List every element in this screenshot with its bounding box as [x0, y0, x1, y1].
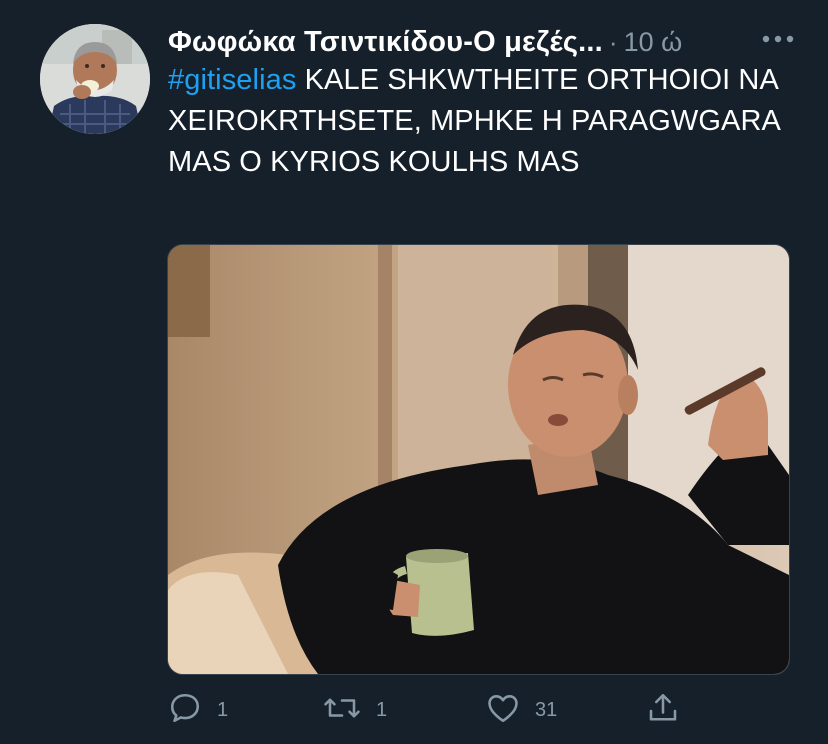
reply-count: 1 [217, 698, 229, 721]
like-button[interactable]: 31 [485, 690, 557, 730]
retweet-count: 1 [376, 698, 388, 721]
header-separator: · [608, 26, 618, 57]
share-icon [645, 690, 681, 731]
tweet-actions: 1 1 31 [167, 690, 697, 730]
avatar[interactable] [40, 24, 150, 134]
retweet-button[interactable]: 1 [322, 690, 387, 730]
share-button[interactable] [645, 690, 681, 730]
reply-icon [167, 690, 203, 731]
tweet-header: Φωφώκα Τσιντικίδου-Ο μεζές... · 10 ώ [168, 20, 798, 64]
tweet-timestamp[interactable]: 10 ώ [624, 27, 683, 58]
more-button[interactable] [758, 24, 798, 54]
like-count: 31 [535, 698, 558, 721]
tweet-media-image[interactable] [167, 244, 790, 675]
retweet-icon [322, 690, 362, 731]
author-display-name[interactable]: Φωφώκα Τσιντικίδου-Ο μεζές... [168, 26, 603, 59]
heart-icon [485, 690, 521, 731]
reply-button[interactable]: 1 [167, 690, 228, 730]
hashtag-link[interactable]: #gitiselias [168, 64, 296, 96]
tweet: Φωφώκα Τσιντικίδου-Ο μεζές... · 10 ώ #gi… [0, 0, 828, 744]
tweet-text: #gitiselias KALE SHKWTHEITE ORTHOIOI NA … [168, 60, 788, 183]
more-horizontal-icon [762, 30, 794, 48]
